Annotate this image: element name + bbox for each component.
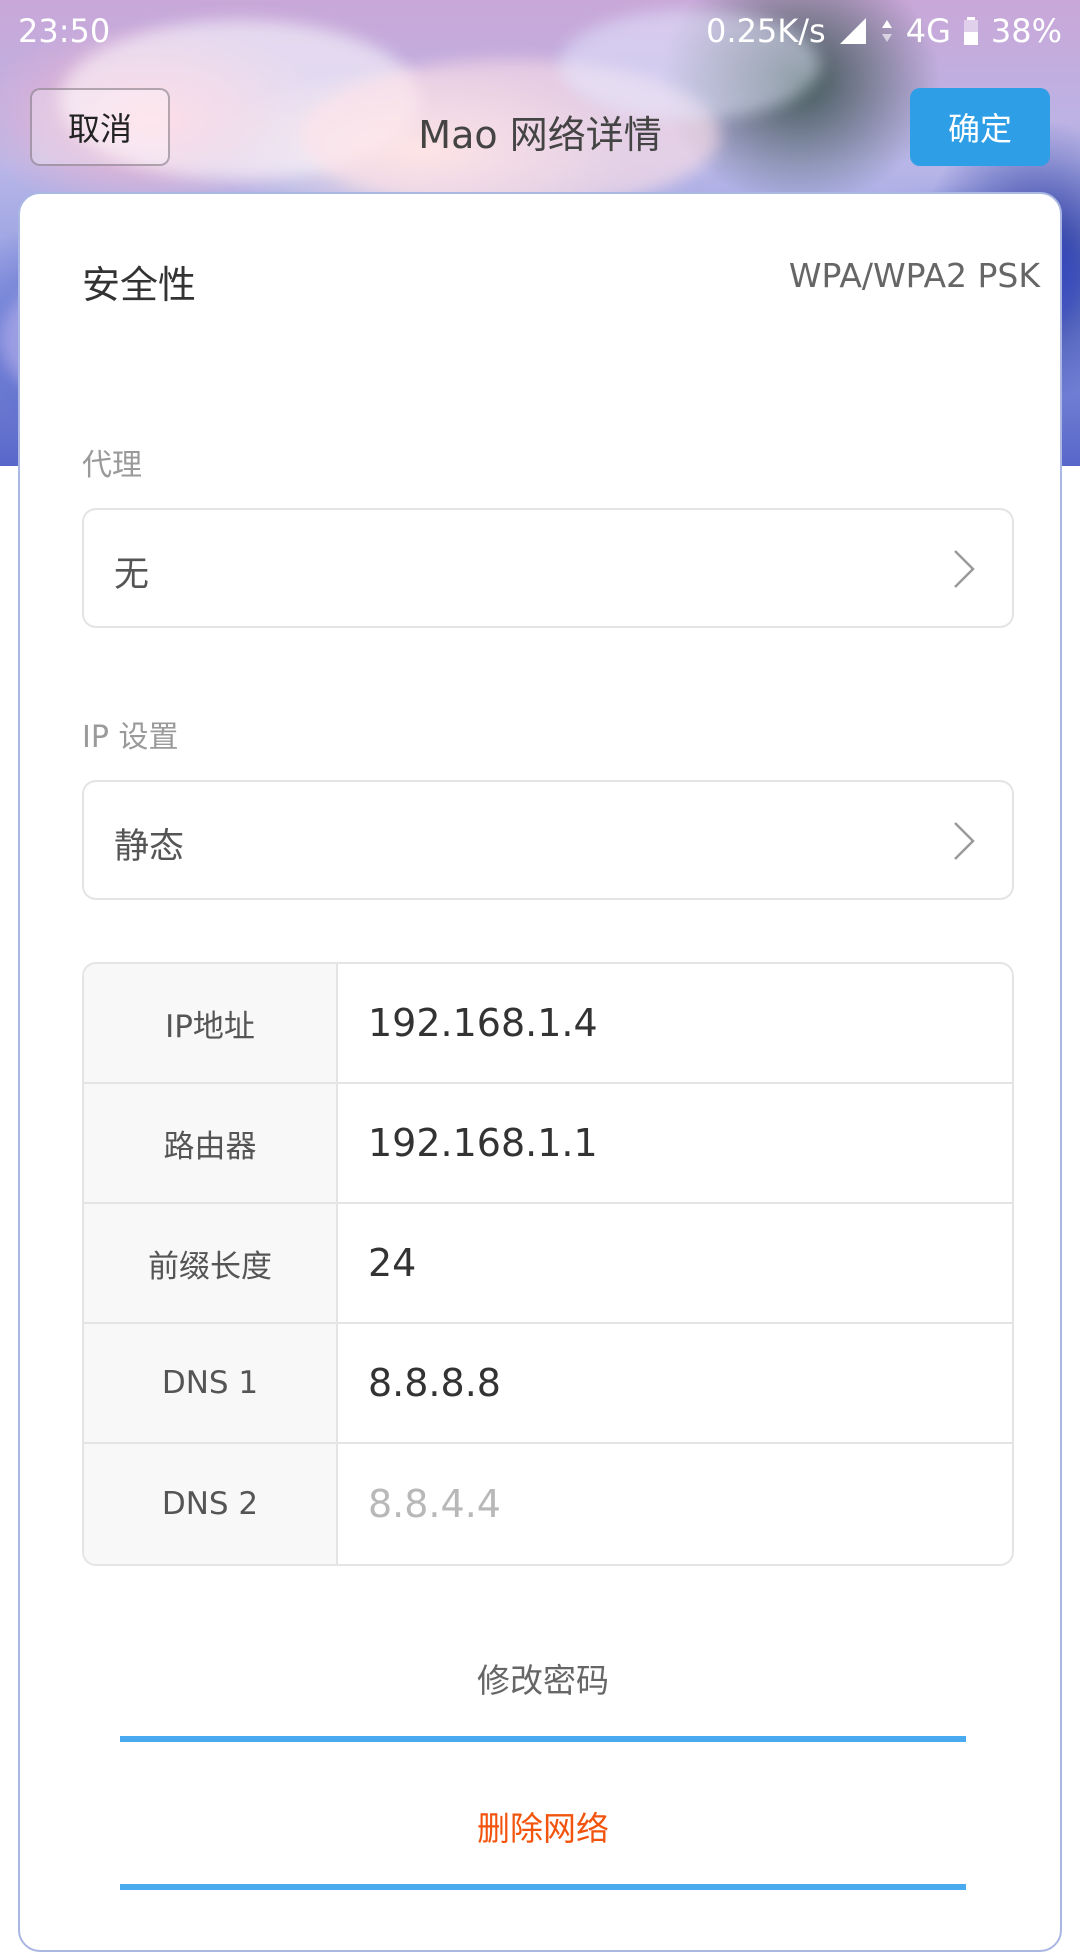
status-time: 23:50 [18, 12, 111, 50]
table-row: IP地址 [84, 964, 1012, 1084]
ip-address-cell [338, 964, 1012, 1082]
prefix-length-input[interactable] [368, 1241, 1012, 1285]
delete-network-underline [120, 1884, 966, 1890]
dns2-input[interactable] [368, 1482, 1012, 1526]
proxy-select[interactable]: 无 [82, 508, 1014, 628]
proxy-value: 无 [114, 555, 150, 595]
prefix-length-cell [338, 1204, 1012, 1322]
dns1-input[interactable] [368, 1361, 1012, 1405]
change-password-label: 修改密码 [477, 1661, 609, 1700]
delete-network-label: 删除网络 [477, 1809, 609, 1848]
router-label: 路由器 [84, 1084, 338, 1202]
prefix-length-label: 前缀长度 [84, 1204, 338, 1322]
battery-level: 38% [990, 12, 1062, 50]
data-arrows-icon [881, 20, 892, 42]
ip-address-input[interactable] [368, 1001, 1012, 1045]
title-bar: 取消 Mao 网络详情 确定 [0, 86, 1080, 168]
confirm-button[interactable]: 确定 [910, 88, 1050, 166]
table-row: DNS 1 [84, 1324, 1012, 1444]
battery-icon [963, 17, 978, 45]
security-label: 安全性 [82, 263, 197, 307]
table-row: 前缀长度 [84, 1204, 1012, 1324]
signal-icon [839, 18, 866, 44]
table-row: DNS 2 [84, 1444, 1012, 1564]
network-speed: 0.25K/s [706, 12, 826, 50]
network-type: 4G [905, 12, 951, 50]
chevron-right-icon [954, 822, 975, 860]
security-row: 安全性 WPA/WPA2 PSK [82, 254, 1040, 314]
ip-config-table: IP地址 路由器 前缀长度 DNS 1 DNS 2 [82, 962, 1014, 1566]
dns1-label: DNS 1 [84, 1324, 338, 1442]
dns2-cell [338, 1444, 1012, 1564]
ip-settings-select[interactable]: 静态 [82, 780, 1014, 900]
status-bar: 23:50 0.25K/s 4G 38% [0, 0, 1080, 68]
ip-settings-value: 静态 [114, 827, 185, 867]
change-password-button[interactable]: 修改密码 [120, 1632, 966, 1742]
ip-settings-label: IP 设置 [82, 720, 179, 755]
dns1-cell [338, 1324, 1012, 1442]
delete-network-button[interactable]: 删除网络 [120, 1780, 966, 1890]
status-indicators: 0.25K/s 4G 38% [706, 12, 1062, 50]
ip-address-label: IP地址 [84, 964, 338, 1082]
network-detail-card: 安全性 WPA/WPA2 PSK 代理 无 IP 设置 静态 IP地址 路由器 [18, 192, 1062, 1952]
router-input[interactable] [368, 1121, 1012, 1165]
router-cell [338, 1084, 1012, 1202]
chevron-right-icon [954, 550, 975, 588]
security-value: WPA/WPA2 PSK [788, 256, 1040, 295]
dns2-label: DNS 2 [84, 1444, 338, 1564]
change-password-underline [120, 1736, 966, 1742]
table-row: 路由器 [84, 1084, 1012, 1204]
proxy-label: 代理 [82, 448, 142, 483]
